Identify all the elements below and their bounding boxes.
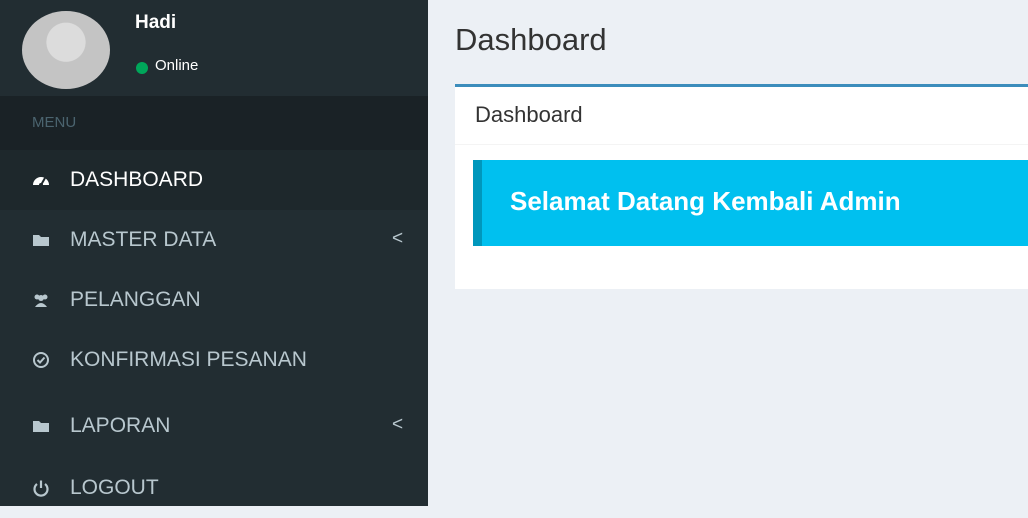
menu-header-label: MENU [32, 114, 77, 131]
welcome-callout: Selamat Datang Kembali Admin [473, 160, 1028, 246]
folder-icon [33, 421, 49, 432]
power-icon [33, 480, 49, 497]
sidebar-item-label: LAPORAN [70, 414, 171, 437]
sidebar-item-label: DASHBOARD [70, 168, 204, 191]
sidebar-item-konfirmasi-pesanan[interactable]: KONFIRMASI PESANAN [0, 330, 428, 390]
online-status-icon [136, 62, 148, 74]
welcome-message: Selamat Datang Kembali Admin [510, 186, 901, 216]
sidebar-item-master-data[interactable]: MASTER DATA < [0, 210, 428, 270]
avatar [22, 11, 110, 89]
sidebar-item-logout[interactable]: LOGOUT [0, 458, 428, 518]
users-icon [34, 294, 48, 307]
menu-header: MENU [0, 96, 428, 150]
user-name: Hadi [135, 12, 177, 33]
sidebar-item-label: PELANGGAN [70, 288, 201, 311]
sidebar-item-label: KONFIRMASI PESANAN [70, 348, 307, 371]
user-panel: Hadi Online [0, 0, 428, 96]
sidebar-item-label: LOGOUT [70, 476, 159, 499]
user-status: Online [155, 57, 199, 74]
sidebar-item-dashboard[interactable]: DASHBOARD [0, 150, 428, 210]
chevron-left-icon: < [392, 414, 404, 435]
sidebar-item-label: MASTER DATA [70, 228, 217, 251]
box-divider [455, 144, 1028, 145]
sidebar: Hadi Online MENU DASHBOARD MASTER DATA <… [0, 0, 428, 506]
dashboard-icon [33, 177, 49, 187]
sidebar-item-laporan[interactable]: LAPORAN < [0, 396, 428, 456]
sidebar-item-pelanggan[interactable]: PELANGGAN [0, 270, 428, 330]
chevron-left-icon: < [392, 228, 404, 249]
box-title: Dashboard [475, 102, 583, 127]
dashboard-box: Dashboard Selamat Datang Kembali Admin [455, 84, 1028, 289]
check-circle-icon [33, 352, 49, 368]
page-title: Dashboard [455, 22, 607, 57]
folder-icon [33, 235, 49, 246]
